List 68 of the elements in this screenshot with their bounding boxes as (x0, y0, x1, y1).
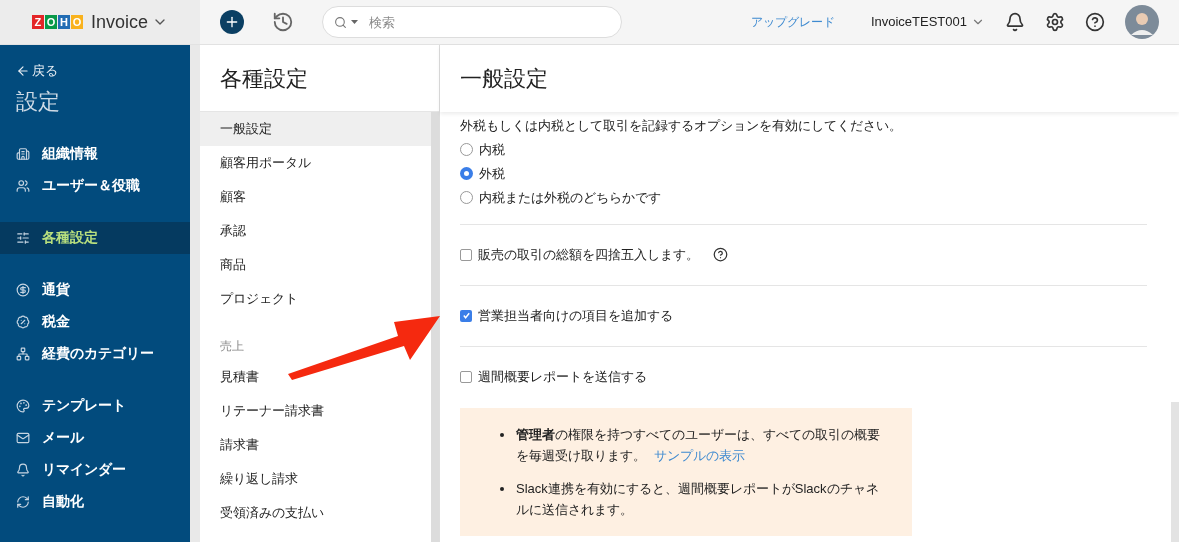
sidebar-item[interactable]: リマインダー (0, 453, 190, 486)
sidebar-item[interactable]: 通貨 (0, 273, 190, 306)
radio-button[interactable] (460, 191, 473, 204)
settings-menu-item[interactable]: 承認 (200, 214, 431, 248)
section-heading: 売上 (219, 338, 245, 355)
checkbox[interactable] (460, 371, 472, 383)
sidebar-item[interactable]: 組織情報 (0, 137, 190, 170)
checkbox[interactable] (460, 309, 472, 322)
radio-label: 内税または外税のどちらかです (479, 188, 661, 207)
history-icon[interactable] (272, 11, 294, 33)
sidebar-item[interactable]: 自動化 (0, 485, 190, 518)
sliders-icon (16, 230, 30, 245)
search-field[interactable]: 検索 (322, 6, 622, 38)
dollar-icon (16, 282, 30, 297)
settings-menu-item[interactable]: リテーナー請求書 (200, 394, 431, 428)
logo: Z O H O (31, 15, 83, 29)
caret-icon[interactable] (351, 20, 358, 24)
settings-menu-item[interactable]: プロジェクト (200, 282, 431, 316)
checkbox-label: 週間概要レポートを送信する (478, 368, 647, 387)
radio-label: 内税 (479, 140, 505, 159)
avatar[interactable] (1125, 5, 1159, 39)
settings-menu-item[interactable]: 顧客用ポータル (200, 146, 431, 180)
building-icon (16, 146, 30, 161)
sidebar-item[interactable]: メール (0, 421, 190, 454)
mail-icon (16, 430, 30, 445)
plus-icon (224, 14, 240, 30)
radio-button[interactable] (460, 143, 473, 156)
refresh-icon (16, 494, 30, 509)
settings-menu-item[interactable]: 一般設定 (200, 112, 431, 146)
back-link[interactable]: 戻る (32, 61, 58, 81)
palette-icon (16, 398, 30, 413)
help-icon[interactable] (1085, 12, 1105, 32)
settings-icon[interactable] (1045, 12, 1065, 32)
help-icon[interactable] (713, 247, 728, 262)
sidebar-item[interactable]: 税金 (0, 305, 190, 338)
radio-label: 外税 (479, 164, 505, 183)
settings-menu-item[interactable]: 商品 (200, 248, 431, 282)
checkbox[interactable] (460, 248, 472, 261)
product-name: Invoice (90, 10, 148, 34)
sidebar-item[interactable]: テンプレート (0, 389, 190, 422)
bell-icon (16, 462, 30, 477)
sidebar-item[interactable]: ユーザー＆役職 (0, 169, 190, 202)
scrollbar[interactable] (1171, 402, 1179, 542)
add-button[interactable] (220, 10, 244, 34)
description-text: 外税もしくは内税として取引を記録するオプションを有効にしてください。 (460, 117, 903, 135)
checkbox-label: 営業担当者向けの項目を追加する (478, 306, 673, 325)
sidebar-item[interactable]: 経費のカテゴリー (0, 337, 190, 370)
organization-switcher[interactable]: InvoiceTEST001 (870, 12, 967, 32)
checkbox-label: 販売の取引の総額を四捨五入します。 (478, 245, 699, 264)
percent-icon (16, 314, 30, 329)
search-icon[interactable] (334, 16, 347, 29)
panel-title: 各種設定 (220, 64, 308, 93)
sidebar-title: 設定 (16, 87, 61, 116)
settings-menu-item[interactable]: 請求書 (200, 428, 431, 462)
settings-menu-item[interactable]: 繰り返し請求 (200, 462, 431, 496)
info-text: Slack連携を有効にすると、週間概要レポートがSlackのチャネルに送信されます。 (516, 479, 880, 519)
info-text: 管理者の権限を持つすべてのユーザーは、すべての取引の概要を毎週受け取ります。 サンプルの表示 (516, 425, 881, 465)
scrollbar[interactable] (431, 112, 439, 542)
upgrade-link[interactable]: アップグレード (750, 13, 835, 31)
settings-menu-item[interactable]: 受領済みの支払い (200, 496, 431, 530)
users-icon (16, 178, 30, 193)
bell-icon[interactable] (1005, 12, 1025, 32)
sidebar-item[interactable]: 各種設定 (0, 221, 190, 254)
settings-menu-item[interactable]: 見積書 (200, 360, 431, 394)
radio-button[interactable] (460, 167, 473, 180)
settings-menu-item[interactable]: 顧客 (200, 180, 431, 214)
hierarchy-icon (16, 346, 30, 361)
page-title: 一般設定 (460, 65, 548, 93)
